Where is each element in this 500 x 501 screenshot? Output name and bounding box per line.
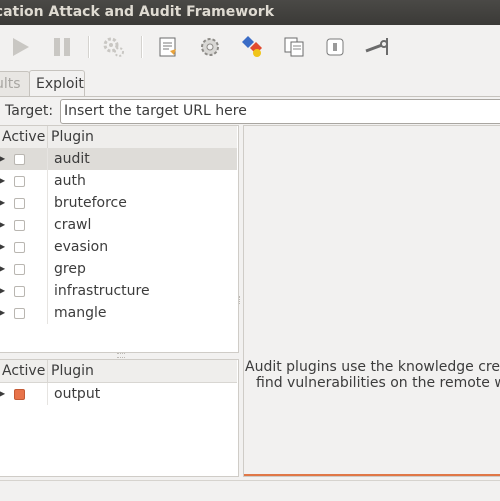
expander-icon[interactable]: ▶ xyxy=(0,170,7,192)
tab-exploit[interactable]: Exploit xyxy=(29,70,85,97)
wrench-icon[interactable] xyxy=(364,34,390,60)
target-url-input[interactable]: Insert the target URL here xyxy=(60,99,500,124)
expander-icon[interactable]: ▶ xyxy=(0,236,7,258)
active-checkbox[interactable] xyxy=(14,220,25,231)
tab-divider xyxy=(0,96,500,97)
report-icon[interactable] xyxy=(155,34,181,60)
expander-icon[interactable]: ▶ xyxy=(0,148,7,170)
status-bar xyxy=(0,480,500,501)
window-title: ication Attack and Audit Framework xyxy=(0,4,275,20)
plugin-row-infrastructure[interactable]: ▶ infrastructure xyxy=(0,280,237,302)
gears-icon[interactable] xyxy=(101,34,127,60)
expander-icon[interactable]: ▶ xyxy=(0,383,7,405)
column-active[interactable]: Active xyxy=(2,126,45,148)
plugin-row-grep[interactable]: ▶ grep xyxy=(0,258,237,280)
progress-bar xyxy=(244,474,500,476)
plugin-row-bruteforce[interactable]: ▶ bruteforce xyxy=(0,192,237,214)
tree-header: Active Plugin xyxy=(0,360,237,383)
active-checkbox[interactable] xyxy=(14,176,25,187)
active-checkbox[interactable] xyxy=(14,154,25,165)
active-checkbox[interactable] xyxy=(14,286,25,297)
copy-icon[interactable] xyxy=(281,34,307,60)
expander-icon[interactable]: ▶ xyxy=(0,302,7,324)
pane-resize-handle[interactable] xyxy=(117,353,125,358)
plugin-row-audit[interactable]: ▶ audit xyxy=(0,148,237,170)
column-plugin[interactable]: Plugin xyxy=(47,360,94,382)
plugin-row-crawl[interactable]: ▶ crawl xyxy=(0,214,237,236)
plugin-description-panel: Audit plugins use the knowledge created … xyxy=(243,125,500,477)
play-icon[interactable] xyxy=(7,34,33,60)
expander-icon[interactable]: ▶ xyxy=(0,280,7,302)
column-plugin[interactable]: Plugin xyxy=(47,126,94,148)
plugin-row-output[interactable]: ▶ output xyxy=(0,383,237,405)
plugin-row-evasion[interactable]: ▶ evasion xyxy=(0,236,237,258)
expander-icon[interactable]: ▶ xyxy=(0,214,7,236)
expander-icon[interactable]: ▶ xyxy=(0,258,7,280)
export-icon[interactable] xyxy=(322,34,348,60)
tab-results[interactable]: ults xyxy=(0,71,30,96)
active-checkbox[interactable] xyxy=(14,308,25,319)
target-label: Target: xyxy=(5,103,54,119)
toolbar-separator xyxy=(88,36,90,58)
window-titlebar: ication Attack and Audit Framework xyxy=(0,0,500,25)
active-checkbox[interactable] xyxy=(14,198,25,209)
active-checkbox[interactable] xyxy=(14,264,25,275)
config-gear-icon[interactable] xyxy=(197,34,223,60)
column-active[interactable]: Active xyxy=(2,360,45,382)
active-checkbox[interactable] xyxy=(14,242,25,253)
expander-icon[interactable]: ▶ xyxy=(0,192,7,214)
active-checkbox[interactable] xyxy=(14,389,25,400)
profile-icon[interactable] xyxy=(240,34,266,60)
toolbar-separator xyxy=(141,36,143,58)
tab-strip: ults Exploit xyxy=(0,70,500,97)
pause-icon[interactable] xyxy=(49,34,75,60)
plugin-row-mangle[interactable]: ▶ mangle xyxy=(0,302,237,324)
plugin-row-auth[interactable]: ▶ auth xyxy=(0,170,237,192)
toolbar xyxy=(0,25,500,70)
plugin-tree-bottom: Active Plugin ▶ output xyxy=(0,359,239,477)
tree-header: Active Plugin xyxy=(0,126,237,149)
plugin-tree-top: Active Plugin ▶ audit ▶ auth ▶ bruteforc… xyxy=(0,125,239,353)
